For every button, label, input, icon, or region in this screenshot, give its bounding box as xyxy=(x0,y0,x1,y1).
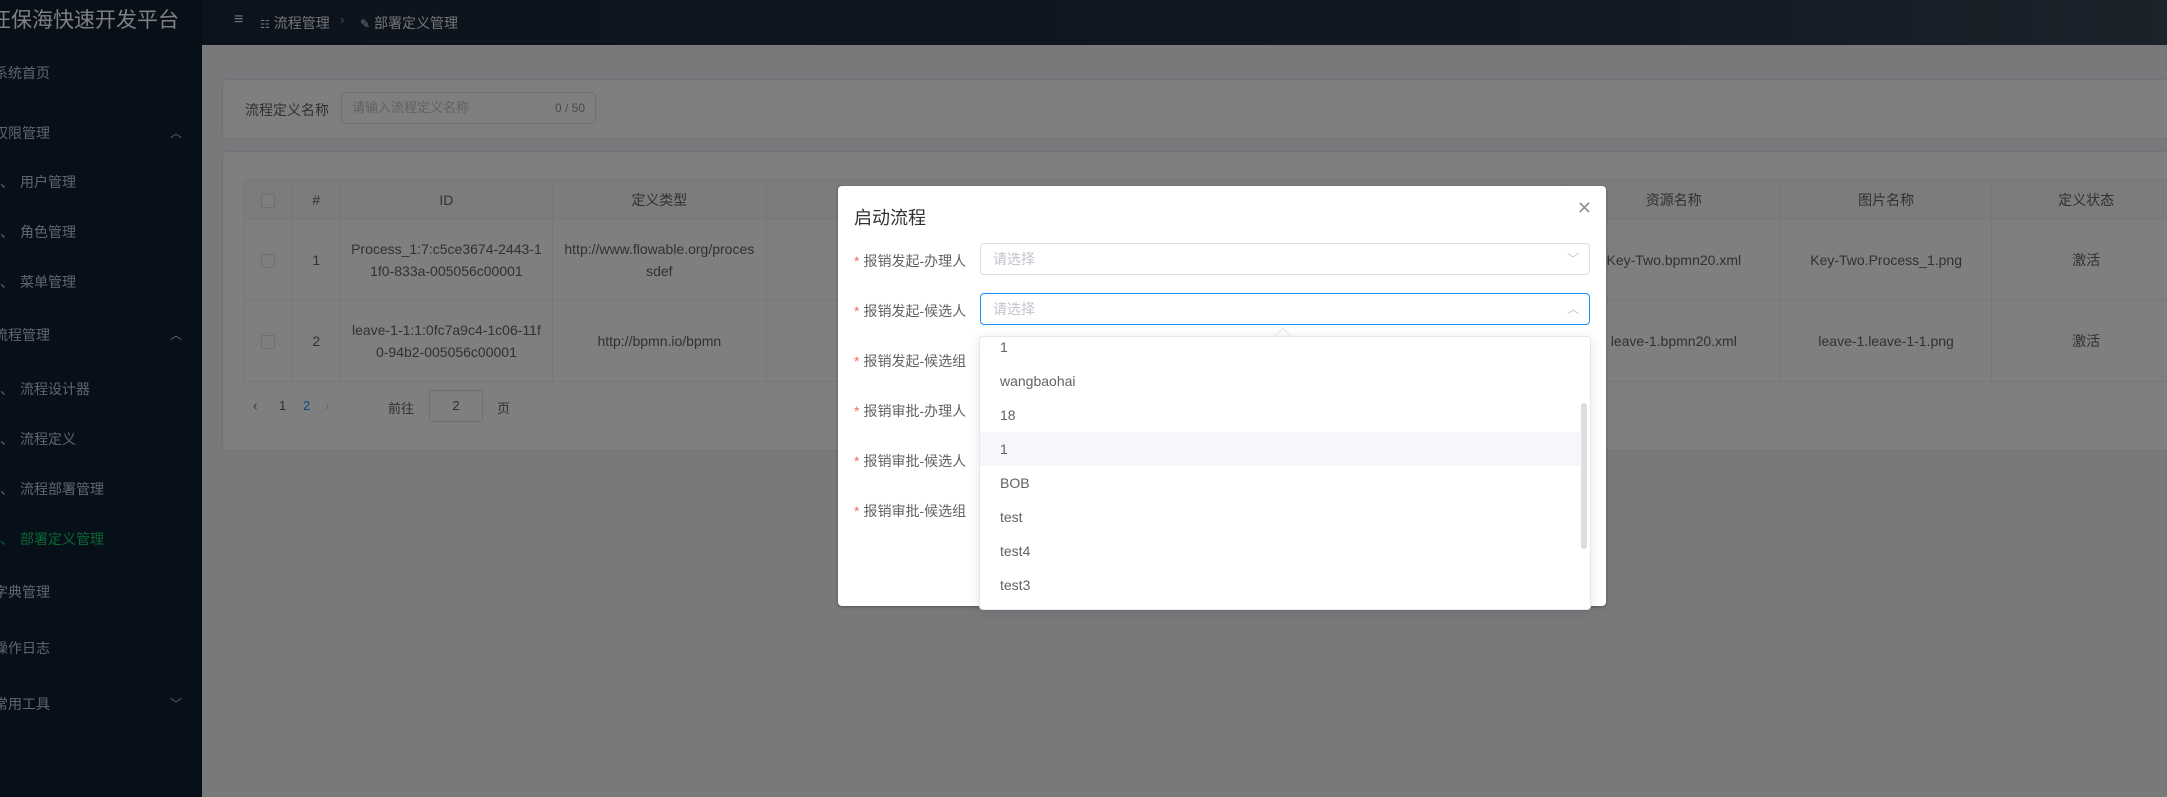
form-row-initiator-assignee: * 报销发起-办理人 请选择 ﹀ xyxy=(854,243,1594,275)
dialog-title: 启动流程 xyxy=(854,208,926,228)
form-label: * 报销审批-候选人 xyxy=(854,451,966,471)
form-label: * 报销发起-办理人 xyxy=(854,251,966,271)
required-marker: * xyxy=(854,253,860,269)
close-icon[interactable]: ✕ xyxy=(1577,198,1592,219)
form-label-text: 报销审批-候选人 xyxy=(863,453,967,469)
form-label: * 报销审批-候选组 xyxy=(854,501,966,521)
dropdown-option-hovered[interactable]: 1 xyxy=(980,432,1580,466)
form-label-text: 报销发起-候选人 xyxy=(863,303,967,319)
chevron-up-icon: ︿ xyxy=(1566,302,1579,316)
required-marker: * xyxy=(854,453,860,469)
select-placeholder: 请选择 xyxy=(993,301,1035,317)
required-marker: * xyxy=(854,503,860,519)
dropdown-option[interactable]: test xyxy=(980,500,1580,534)
dropdown-option[interactable]: 1 xyxy=(980,337,1580,364)
dropdown-option[interactable]: wangbaohai xyxy=(980,364,1580,398)
dropdown-option[interactable]: test4 xyxy=(980,534,1580,568)
dropdown-scrollbar[interactable] xyxy=(1581,403,1587,549)
form-label-text: 报销发起-候选组 xyxy=(863,353,967,369)
form-row-initiator-candidate: * 报销发起-候选人 请选择 ︿ xyxy=(854,293,1594,325)
initiator-candidate-select[interactable]: 请选择 ︿ xyxy=(980,293,1590,325)
initiator-assignee-select[interactable]: 请选择 ﹀ xyxy=(980,243,1590,275)
dropdown-option[interactable]: 18 xyxy=(980,398,1580,432)
candidate-dropdown: 1 wangbaohai 18 1 BOB test test4 test3 xyxy=(979,336,1591,610)
dropdown-option[interactable]: test3 xyxy=(980,568,1580,602)
required-marker: * xyxy=(854,303,860,319)
chevron-down-icon: ﹀ xyxy=(1566,252,1579,266)
form-label-text: 报销审批-办理人 xyxy=(863,403,967,419)
form-label: * 报销审批-办理人 xyxy=(854,401,966,421)
dropdown-option[interactable]: BOB xyxy=(980,466,1580,500)
select-placeholder: 请选择 xyxy=(993,251,1035,267)
form-label: * 报销发起-候选人 xyxy=(854,301,966,321)
form-label: * 报销发起-候选组 xyxy=(854,351,966,371)
form-label-text: 报销发起-办理人 xyxy=(863,253,967,269)
required-marker: * xyxy=(854,353,860,369)
form-label-text: 报销审批-候选组 xyxy=(863,503,967,519)
required-marker: * xyxy=(854,403,860,419)
